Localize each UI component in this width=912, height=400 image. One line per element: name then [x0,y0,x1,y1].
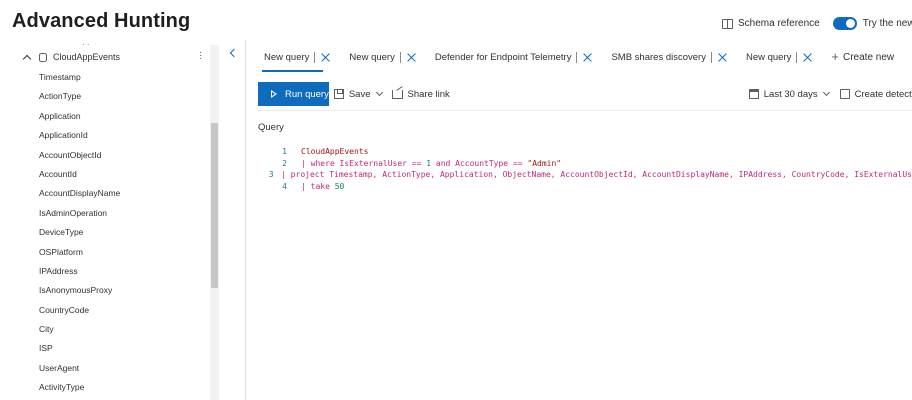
schema-field-list: Timestamp ActionType Application Applica… [39,70,120,400]
close-icon[interactable] [405,51,417,63]
chevron-down-icon [375,88,383,97]
code-text: | take [301,181,335,191]
play-icon [271,90,277,98]
tab-separator [710,51,712,63]
book-icon [722,18,733,29]
schema-field[interactable]: ActionType [39,89,120,108]
schema-group-cloudappevents[interactable]: CloudAppEvents [22,52,121,63]
sidebar-scrollbar-thumb[interactable] [211,123,218,288]
schema-field[interactable]: IsAnonymousProxy [39,283,120,302]
schema-field[interactable]: CountryCode [39,303,120,322]
close-icon[interactable] [716,51,728,63]
save-button[interactable]: Save [333,88,383,100]
code-line: 1 CloudAppEvents [258,146,912,158]
schema-field[interactable]: AccountDisplayName [39,186,120,205]
code-text: | where IsExternalUser == [301,158,427,168]
schema-field[interactable]: Application [39,109,120,128]
query-section-label: Query [258,122,284,133]
create-new-button[interactable]: + Create new [823,46,894,68]
tab-label: New query [745,51,792,63]
create-detection-label: Create detection ru [854,88,912,100]
more-icon[interactable]: · · · [199,48,202,64]
schema-field[interactable]: DeviceType [39,225,120,244]
tab-separator [576,51,578,63]
tab-label: New query [349,51,395,63]
plus-icon: + [831,49,839,64]
save-label: Save [348,88,371,100]
line-number: 1 [282,147,287,156]
close-icon[interactable] [801,51,813,63]
code-number: 50 [334,181,345,191]
time-range-label: Last 30 days [763,88,818,100]
code-line: 4 | take 50 [258,181,912,193]
schema-sidebar: · · CloudAppEvents · · · Timestamp ActionT… [0,40,220,400]
page-title: Advanced Hunting [12,10,191,32]
code-text: and AccountType == [431,158,528,168]
panel-divider [245,40,246,400]
query-tab[interactable]: New query [738,46,823,68]
run-query-label: Run query [285,88,329,100]
line-number: 3 [268,170,274,180]
schema-field[interactable]: IPAddress [39,264,120,283]
schema-field[interactable]: ActivityType [39,380,120,399]
code-line: 3 | project Timestamp, ActionType, Appli… [258,169,912,181]
schema-group-label: CloudAppEvents [53,52,121,62]
schema-reference-label: Schema reference [738,18,820,29]
tab-label: SMB shares discovery [611,51,706,63]
share-link-button[interactable]: Share link [391,88,450,100]
create-detection-rule-button[interactable]: Create detection ru [839,88,912,100]
schema-field[interactable]: City [39,322,120,341]
code-text: | project Timestamp, ActionType, Applica… [281,170,912,180]
line-number: 2 [282,158,287,168]
create-new-label: Create new [842,51,895,63]
tab-separator [314,51,316,63]
schema-field[interactable]: OSPlatform [39,245,120,264]
tab-label: Defender for Endpoint Telemetry [434,51,572,63]
sidebar-cut-text: · · [82,40,90,49]
collapse-sidebar-chevron-icon[interactable] [227,48,237,58]
query-toolbar: Run query Save Share link Last 30 days C… [258,82,912,106]
query-tab[interactable]: New query [341,46,426,68]
detection-rule-icon [839,89,850,99]
share-link-label: Share link [407,88,450,100]
chevron-up-icon[interactable] [22,54,32,63]
query-tab[interactable]: SMB shares discovery [603,46,738,68]
toggle-label: Try the new Hunti [862,18,912,29]
schema-field[interactable]: UserAgent [39,361,120,380]
table-icon [39,52,47,62]
query-tab[interactable]: New query [256,46,341,72]
code-line: 2 | where IsExternalUser == 1 and Accoun… [258,158,912,170]
calendar-icon [748,89,759,99]
tab-label: New query [264,51,310,63]
close-icon[interactable] [581,51,593,63]
schema-field[interactable]: IsAdminOperation [39,206,120,225]
line-number: 4 [282,181,287,191]
run-query-button[interactable]: Run query [258,82,329,106]
toolbar-divider [258,110,912,111]
header-actions: Schema reference Try the new Hunti [722,17,912,30]
query-tabs: New query New query Defender for Endpoin… [256,46,894,74]
code-string: "Admin" [527,158,562,168]
query-editor[interactable]: 1 CloudAppEvents 2 | where IsExternalUse… [258,146,912,192]
save-icon [333,89,344,99]
close-icon[interactable] [319,51,331,63]
schema-reference-link[interactable]: Schema reference [722,18,820,29]
toggle-knob [845,19,855,28]
tab-separator [796,51,798,63]
schema-field[interactable]: ApplicationId [39,128,120,147]
query-tab[interactable]: Defender for Endpoint Telemetry [427,46,604,68]
schema-field[interactable]: AccountObjectId [39,148,120,167]
schema-field[interactable]: ISP [39,341,120,360]
code-text: CloudAppEvents [301,147,369,156]
new-hunting-toggle[interactable] [832,17,857,30]
share-icon [391,89,403,99]
tab-separator [399,51,401,63]
chevron-down-icon [822,88,830,97]
schema-field[interactable]: Timestamp [39,70,120,89]
schema-field[interactable]: AccountId [39,167,120,186]
time-range-dropdown[interactable]: Last 30 days [748,88,830,100]
